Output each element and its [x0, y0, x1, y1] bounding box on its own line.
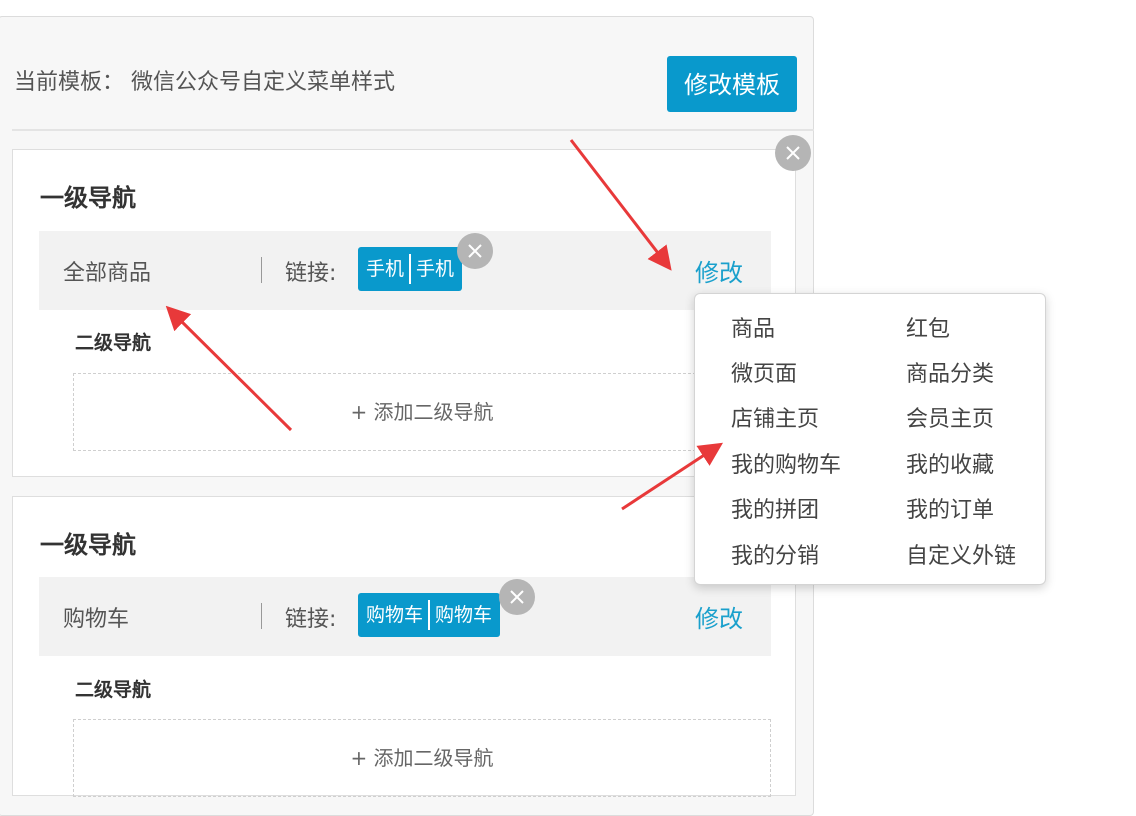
- link-tag: 手机 手机: [358, 247, 463, 291]
- add-secondary-nav-button[interactable]: + 添加二级导航: [73, 719, 771, 797]
- primary-nav-row: 购物车 链接: 购物车 购物车 修改: [39, 577, 771, 656]
- close-icon[interactable]: [457, 233, 493, 269]
- link-label: 链接:: [285, 261, 337, 286]
- divider: [12, 129, 814, 131]
- link-option-favorites[interactable]: 我的收藏: [906, 447, 994, 479]
- add-secondary-nav-button[interactable]: + 添加二级导航: [73, 373, 771, 451]
- separator: [261, 257, 262, 283]
- menu-name[interactable]: 购物车: [63, 601, 129, 633]
- secondary-nav-title: 二级导航: [75, 332, 152, 354]
- link-option-micro-page[interactable]: 微页面: [731, 356, 797, 388]
- secondary-nav-title: 二级导航: [75, 679, 152, 701]
- primary-nav-title: 一级导航: [40, 531, 136, 559]
- separator: [261, 603, 262, 629]
- link-tag-type: 手机: [366, 258, 405, 280]
- link-tag-type: 购物车: [366, 604, 424, 626]
- link-option-distribution[interactable]: 我的分销: [731, 538, 819, 570]
- menu-name[interactable]: 全部商品: [63, 255, 151, 287]
- link-label: 链接:: [285, 607, 337, 632]
- close-icon[interactable]: [775, 135, 811, 171]
- close-icon[interactable]: [499, 579, 535, 615]
- link-option-member-home[interactable]: 会员主页: [906, 401, 994, 433]
- link-tag: 购物车 购物车: [358, 593, 501, 637]
- current-template-label: 当前模板： 微信公众号自定义菜单样式: [14, 70, 395, 95]
- link-option-category[interactable]: 商品分类: [906, 356, 994, 388]
- link-option-shop-home[interactable]: 店铺主页: [731, 401, 819, 433]
- link-option-goods[interactable]: 商品: [731, 311, 775, 343]
- edit-link-button[interactable]: 修改: [695, 599, 743, 634]
- link-tag-value: 购物车: [435, 604, 493, 626]
- link-type-dropdown: 商品 红包 微页面 商品分类 店铺主页 会员主页 我的购物车 我的收藏 我的拼团…: [694, 293, 1046, 585]
- link-option-custom-url[interactable]: 自定义外链: [906, 538, 1016, 570]
- link-option-orders[interactable]: 我的订单: [906, 492, 994, 524]
- link-option-cart[interactable]: 我的购物车: [731, 447, 841, 479]
- primary-nav-row: 全部商品 链接: 手机 手机 修改: [39, 231, 771, 310]
- edit-link-button[interactable]: 修改: [695, 253, 743, 288]
- edit-template-button[interactable]: 修改模板: [667, 56, 797, 112]
- primary-nav-card: 一级导航 全部商品 链接: 手机 手机 修改 二级导航 + 添加二级导航: [12, 149, 796, 477]
- primary-nav-title: 一级导航: [40, 184, 136, 212]
- link-option-group-buy[interactable]: 我的拼团: [731, 492, 819, 524]
- link-option-red-packet[interactable]: 红包: [906, 311, 950, 343]
- primary-nav-card: 一级导航 购物车 链接: 购物车 购物车 修改 二级导航 + 添加二级导航: [12, 496, 796, 797]
- link-tag-value: 手机: [416, 258, 455, 280]
